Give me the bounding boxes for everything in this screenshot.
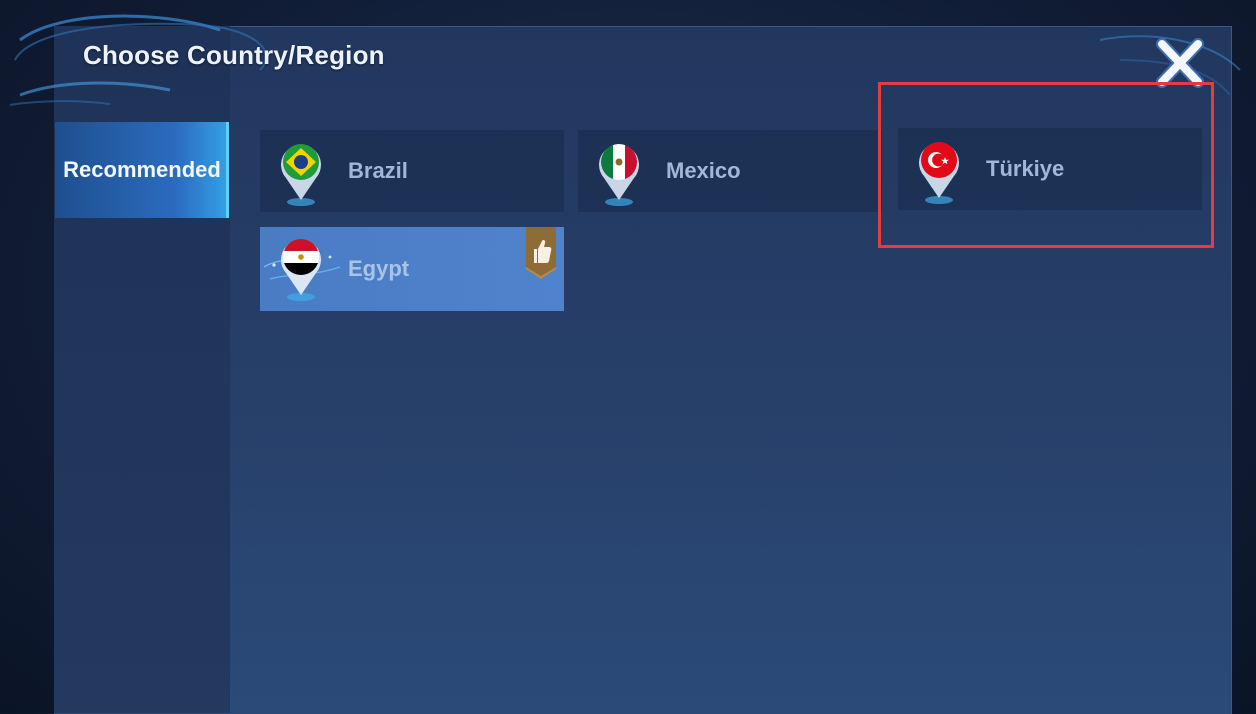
brazil-flag-icon <box>281 144 321 206</box>
country-item-egypt[interactable]: Egypt <box>260 227 564 311</box>
country-label-egypt: Egypt <box>348 256 410 281</box>
thumbs-up-icon <box>526 227 556 279</box>
tab-recommended[interactable]: Recommended <box>55 122 229 218</box>
egypt-flag-icon <box>281 239 321 301</box>
country-item-brazil[interactable]: Brazil <box>260 130 564 212</box>
highlight-box <box>878 82 1214 248</box>
country-label-mexico: Mexico <box>666 158 741 183</box>
country-label-brazil: Brazil <box>348 158 408 183</box>
country-item-mexico[interactable]: Mexico <box>578 130 882 212</box>
page-title: Choose Country/Region <box>83 40 385 70</box>
close-icon[interactable] <box>1152 38 1208 88</box>
mexico-flag-icon <box>599 144 639 206</box>
